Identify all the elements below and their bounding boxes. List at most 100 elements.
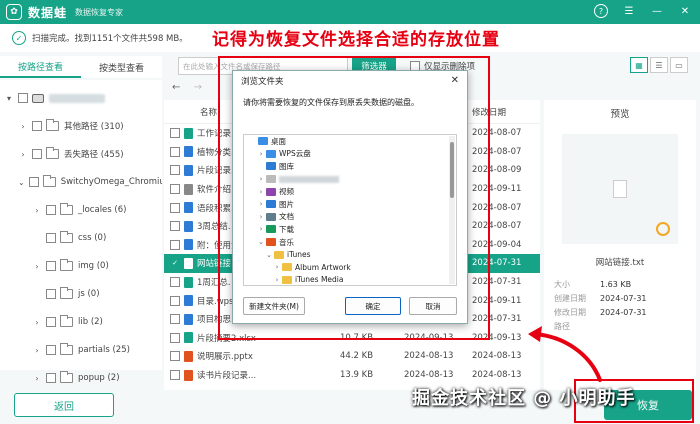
check-circle-icon: ✓ [12, 31, 26, 45]
checkbox[interactable] [170, 239, 180, 250]
expand-down-icon[interactable]: ▾ [4, 94, 14, 103]
menu-icon[interactable]: ☰ [622, 4, 636, 18]
table-row[interactable]: 说明展示.pptx 44.2 KB 2024-08-13 2024-08-13 [164, 347, 540, 366]
scrollbar-thumb[interactable] [450, 142, 454, 198]
expand-icon[interactable]: › [272, 276, 282, 284]
back-arrow-icon[interactable]: ← [172, 82, 180, 93]
dialog-close-icon[interactable]: ✕ [451, 75, 459, 86]
checkbox[interactable] [46, 289, 56, 299]
checkbox[interactable] [170, 370, 180, 381]
folder-icon [274, 250, 284, 259]
checkbox[interactable] [18, 93, 28, 103]
tree-item[interactable]: › img (0) [0, 252, 162, 280]
tab-by-type[interactable]: 按类型查看 [81, 56, 162, 78]
expand-icon[interactable]: ⌄ [256, 238, 266, 246]
folder-icon [60, 287, 73, 299]
dialog-tree-item[interactable]: › 下载 [244, 223, 456, 236]
checkbox[interactable] [170, 332, 180, 343]
dialog-folder-tree: 桌面 › WPS云盘 图库 › › 视频 › 图片 › 文档 › 下载 ⌄ 音乐 ⌄ iTunes › Album … [243, 134, 457, 286]
tab-by-path[interactable]: 按路径查看 [0, 56, 81, 78]
cancel-button[interactable]: 取消 [409, 297, 457, 315]
dialog-tree-item[interactable]: › 视频 [244, 185, 456, 198]
tree-item[interactable]: › partials (25) [0, 336, 162, 364]
checkbox[interactable] [170, 184, 180, 195]
close-icon[interactable]: ✕ [678, 4, 692, 18]
expand-right-icon[interactable]: › [18, 122, 28, 131]
dialog-tree-item[interactable]: 桌面 [244, 135, 456, 148]
ok-button[interactable]: 确定 [345, 297, 401, 315]
dialog-tree-item[interactable]: › iTunes Media [244, 274, 456, 285]
checkbox[interactable] [170, 202, 180, 213]
table-row[interactable]: 读书片段记录... 13.9 KB 2024-08-13 2024-08-13 [164, 366, 540, 385]
checkbox[interactable] [46, 233, 56, 243]
expand-down-icon[interactable]: ⌄ [18, 178, 25, 187]
checkbox[interactable] [170, 314, 180, 325]
tree-item-label: css (0) [78, 233, 107, 243]
checkbox[interactable] [32, 121, 42, 131]
checkbox[interactable] [46, 373, 56, 383]
new-folder-button[interactable]: 新建文件夹(M) [243, 297, 305, 315]
checkbox[interactable] [32, 149, 42, 159]
checkbox[interactable] [46, 205, 56, 215]
detail-view-icon[interactable]: ▭ [670, 57, 688, 73]
list-view-icon[interactable]: ☰ [650, 57, 668, 73]
checkbox[interactable] [46, 261, 56, 271]
tree-item-label: partials (25) [78, 345, 130, 355]
minimize-icon[interactable]: — [650, 4, 664, 18]
grid-view-icon[interactable]: ▦ [630, 57, 648, 73]
app-logo-icon: ✿ [6, 4, 22, 20]
file-type-icon [184, 257, 193, 269]
tree-item[interactable]: › _locales (6) [0, 196, 162, 224]
tree-item-label: 丢失路径 (455) [64, 150, 124, 160]
checkbox[interactable] [170, 165, 180, 176]
checkbox[interactable] [170, 351, 180, 362]
expand-icon[interactable]: › [256, 225, 266, 233]
expand-icon[interactable]: › [256, 213, 266, 221]
file-type-icon [184, 146, 193, 158]
expand-right-icon[interactable]: › [32, 374, 42, 383]
checkbox[interactable] [170, 277, 180, 288]
expand-right-icon[interactable]: › [32, 346, 42, 355]
tree-item[interactable]: › 丢失路径 (455) [0, 140, 162, 168]
dialog-tree-item[interactable]: › 图片 [244, 198, 456, 211]
dialog-tree-item[interactable]: › WPS云盘 [244, 148, 456, 161]
expand-icon[interactable]: › [256, 175, 266, 183]
tree-item-drive[interactable]: ▾ [0, 84, 162, 112]
checkbox[interactable] [170, 146, 180, 157]
tree-item[interactable]: js (0) [0, 280, 162, 308]
checkbox[interactable] [170, 295, 180, 306]
dialog-tree-item[interactable]: › 文档 [244, 211, 456, 224]
tree-item[interactable]: › popup (2) [0, 364, 162, 392]
dialog-tree-item[interactable]: ⌄ iTunes [244, 248, 456, 261]
expand-icon[interactable]: › [256, 188, 266, 196]
checkbox[interactable]: ✓ [170, 258, 180, 269]
expand-icon[interactable]: › [256, 150, 266, 158]
checkbox[interactable] [170, 128, 180, 139]
dialog-tree-item[interactable]: › Album Artwork [244, 261, 456, 274]
expand-right-icon[interactable]: › [32, 318, 42, 327]
expand-right-icon[interactable]: › [32, 206, 42, 215]
expand-icon[interactable]: › [272, 263, 282, 271]
expand-icon[interactable]: ⌄ [264, 251, 274, 259]
expand-right-icon[interactable]: › [18, 150, 28, 159]
checkbox[interactable] [46, 317, 56, 327]
dialog-tree-item[interactable]: ⌄ 音乐 [244, 236, 456, 249]
folder-icon [266, 149, 276, 158]
checkbox[interactable] [28, 177, 39, 187]
help-icon[interactable]: ? [594, 4, 608, 18]
expand-icon[interactable]: › [256, 200, 266, 208]
tree-item[interactable]: ⌄ SwitchyOmega_Chromium [0, 168, 162, 196]
tree-item[interactable]: css (0) [0, 224, 162, 252]
expand-right-icon[interactable]: › [32, 262, 42, 271]
zoom-icon[interactable] [656, 222, 670, 236]
scrollbar[interactable] [449, 136, 455, 284]
tree-item[interactable]: › 其他路径 (310) [0, 112, 162, 140]
checkbox[interactable] [170, 221, 180, 232]
checkbox[interactable] [46, 345, 56, 355]
dialog-tree-item[interactable]: › [244, 173, 456, 186]
tree-item[interactable]: › lib (2) [0, 308, 162, 336]
back-button[interactable]: 返回 [14, 393, 114, 417]
dialog-tree-item[interactable]: 图库 [244, 160, 456, 173]
file-type-icon [184, 239, 193, 251]
forward-arrow-icon[interactable]: → [194, 82, 202, 93]
